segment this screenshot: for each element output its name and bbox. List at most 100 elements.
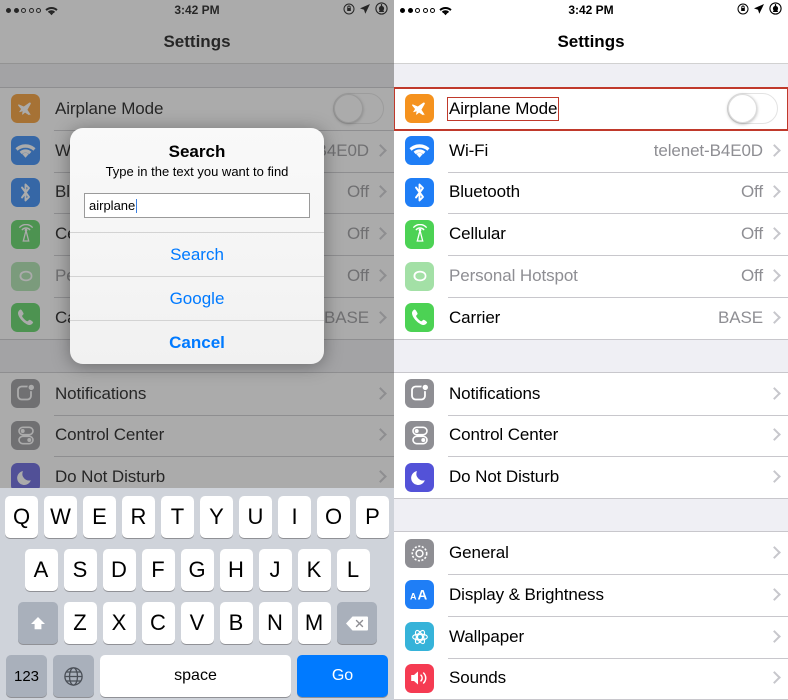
settings-row-cellular[interactable]: Cellular Off: [394, 213, 788, 256]
settings-row-sounds[interactable]: Sounds: [394, 657, 788, 700]
key-b[interactable]: B: [219, 602, 253, 644]
status-bar-right: 3:42 PM: [394, 0, 788, 20]
go-key[interactable]: Go: [297, 655, 388, 697]
control-center-icon: [405, 420, 434, 450]
key-s[interactable]: S: [63, 549, 97, 591]
shift-key[interactable]: [17, 602, 58, 644]
key-k[interactable]: K: [297, 549, 331, 591]
key-o[interactable]: O: [317, 496, 350, 538]
key-a[interactable]: A: [24, 549, 58, 591]
page-title: Settings: [557, 32, 625, 51]
settings-row-accessory: [770, 429, 778, 442]
airplane-icon: [11, 94, 40, 124]
key-w[interactable]: W: [44, 496, 77, 538]
settings-row-label: Airplane Mode: [446, 96, 560, 121]
globe-icon: [64, 666, 83, 686]
settings-row-value: Off: [740, 266, 763, 286]
globe-key[interactable]: [53, 655, 94, 697]
backspace-key[interactable]: [336, 602, 377, 644]
hotspot-icon: [405, 261, 434, 291]
settings-row-control-center[interactable]: Control Center: [394, 414, 788, 457]
settings-row-accessory: [770, 672, 778, 685]
key-f[interactable]: F: [141, 549, 175, 591]
key-j[interactable]: J: [258, 549, 292, 591]
toggle-knob: [728, 94, 757, 124]
settings-row-accessory: [770, 387, 778, 400]
settings-row-label: General: [449, 543, 509, 563]
svg-text:A: A: [417, 588, 427, 603]
search-input[interactable]: airplane: [84, 193, 310, 219]
key-y[interactable]: Y: [200, 496, 233, 538]
dual-screenshot-container: 3:42 PM Settings Airplane Mode Wi-Fi telen…: [0, 0, 788, 700]
settings-row-value: telenet-B4E0D: [653, 140, 763, 160]
settings-row-control-center[interactable]: Control Center: [0, 414, 394, 457]
settings-row-value: Off: [346, 182, 369, 202]
space-key[interactable]: space: [100, 655, 291, 697]
dialog-input-wrapper: airplane: [70, 193, 324, 232]
chevron-right-icon: [770, 471, 778, 484]
cellular-icon: [11, 219, 40, 249]
settings-row-personal-hotspot[interactable]: Personal Hotspot Off: [394, 255, 788, 297]
settings-row-airplane-mode[interactable]: Airplane Mode: [0, 88, 394, 130]
settings-row-label: Control Center: [449, 425, 559, 445]
chevron-right-icon: [770, 547, 778, 560]
settings-row-do-not-disturb[interactable]: Do Not Disturb: [394, 456, 788, 499]
dialog-search-button[interactable]: Search: [70, 232, 324, 276]
key-t[interactable]: T: [161, 496, 194, 538]
key-m[interactable]: M: [297, 602, 331, 644]
key-x[interactable]: X: [102, 602, 136, 644]
key-u[interactable]: U: [239, 496, 272, 538]
chevron-right-icon: [770, 588, 778, 601]
settings-row-wallpaper[interactable]: Wallpaper: [394, 615, 788, 658]
notifications-icon: [11, 379, 40, 409]
settings-row-notifications[interactable]: Notifications: [0, 372, 394, 415]
key-d[interactable]: D: [102, 549, 136, 591]
chevron-right-icon: [770, 387, 778, 400]
settings-row-accessory: Off: [741, 224, 778, 244]
chevron-right-icon: [376, 228, 384, 241]
key-l[interactable]: L: [336, 549, 370, 591]
hotspot-icon: [11, 261, 40, 291]
airplane-mode-toggle[interactable]: [333, 93, 384, 125]
onscreen-keyboard: QWERTYUIOP ASDFGHJKL ZXCVBNM 123 space G…: [0, 488, 394, 700]
key-i[interactable]: I: [278, 496, 311, 538]
search-input-value: airplane: [89, 198, 136, 214]
dialog-header: Search Type in the text you want to find: [70, 128, 324, 193]
key-v[interactable]: V: [180, 602, 214, 644]
key-h[interactable]: H: [219, 549, 253, 591]
key-n[interactable]: N: [258, 602, 292, 644]
key-p[interactable]: P: [356, 496, 389, 538]
settings-row-bluetooth[interactable]: Bluetooth Off: [394, 171, 788, 214]
numbers-key[interactable]: 123: [6, 655, 47, 697]
chevron-right-icon: [376, 387, 384, 400]
key-c[interactable]: C: [141, 602, 175, 644]
settings-row-label: Control Center: [55, 425, 165, 445]
key-r[interactable]: R: [122, 496, 155, 538]
chevron-right-icon: [770, 311, 778, 324]
settings-row-accessory: BASE: [324, 308, 384, 328]
settings-row-airplane-mode[interactable]: Airplane Mode: [394, 87, 788, 131]
settings-row-wi-fi[interactable]: Wi-Fi telenet-B4E0D: [394, 129, 788, 172]
chevron-right-icon: [770, 144, 778, 157]
settings-row-carrier[interactable]: Carrier BASE: [394, 296, 788, 339]
status-bar-left: 3:42 PM: [0, 0, 394, 20]
settings-row-accessory: [376, 387, 384, 400]
settings-row-display-brightness[interactable]: AA Display & Brightness: [394, 573, 788, 616]
settings-row-general[interactable]: General: [394, 532, 788, 574]
settings-row-notifications[interactable]: Notifications: [394, 372, 788, 415]
status-bar-time: 3:42 PM: [568, 3, 614, 17]
settings-row-accessory: [333, 93, 384, 125]
toggle-knob: [334, 94, 363, 124]
key-g[interactable]: G: [180, 549, 214, 591]
key-e[interactable]: E: [83, 496, 116, 538]
nav-bar-right: Settings: [394, 20, 788, 64]
dialog-google-button[interactable]: Google: [70, 276, 324, 320]
dialog-cancel-button[interactable]: Cancel: [70, 320, 324, 364]
settings-row-value: Off: [740, 224, 763, 244]
settings-row-value: BASE: [718, 307, 763, 327]
key-q[interactable]: Q: [5, 496, 38, 538]
key-z[interactable]: Z: [63, 602, 97, 644]
airplane-mode-toggle[interactable]: [727, 93, 778, 125]
settings-row-accessory: Off: [347, 182, 384, 202]
settings-row-label: Cellular: [449, 224, 506, 244]
